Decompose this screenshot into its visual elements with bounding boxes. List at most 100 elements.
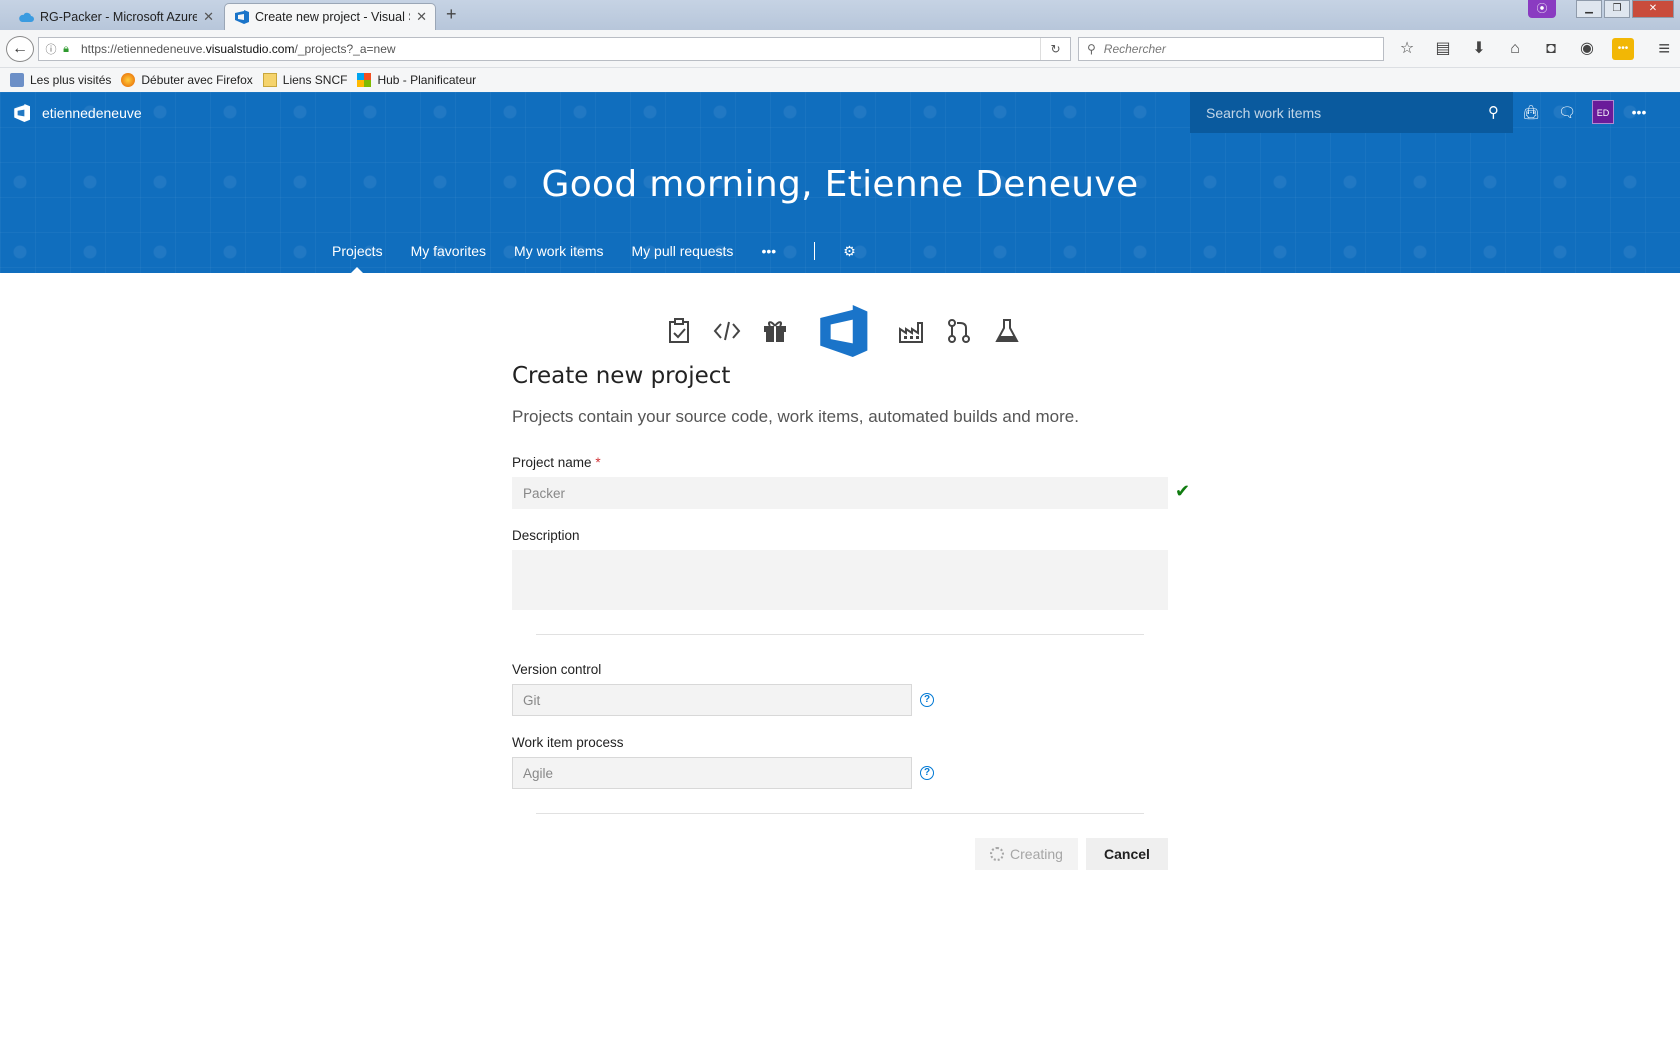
private-browsing-icon: ⦿: [1528, 0, 1556, 18]
page-subtitle: Projects contain your source code, work …: [512, 407, 1079, 426]
process-value: Agile: [523, 765, 554, 781]
create-project-form: Create new project Projects contain your…: [512, 363, 1200, 427]
search-icon: ⚲: [1087, 42, 1096, 56]
required-marker: *: [595, 455, 601, 470]
search-placeholder: Rechercher: [1103, 42, 1166, 56]
account-home-link[interactable]: etiennedeneuve: [12, 104, 142, 122]
page-title: Create new project: [512, 363, 731, 389]
search-icon[interactable]: ⚲: [1488, 103, 1499, 121]
tab-azure[interactable]: RG-Packer - Microsoft Azure ✕: [10, 3, 222, 30]
version-control-label: Version control: [512, 662, 602, 677]
lock-icon: 🔒︎: [63, 42, 69, 55]
pocket-icon[interactable]: ◘: [1540, 38, 1562, 60]
more-actions-icon[interactable]: •••: [1628, 100, 1650, 124]
tab-projects[interactable]: Projects: [332, 239, 383, 273]
creating-label: Creating: [1010, 846, 1063, 862]
tab-my-pull-requests[interactable]: My pull requests: [632, 239, 734, 263]
url-domain: visualstudio.com: [205, 42, 295, 56]
pull-request-icon: [935, 311, 983, 351]
bookmark-hub[interactable]: Hub - Planificateur: [357, 73, 476, 87]
description-label: Description: [512, 528, 580, 543]
bookmarks-bar: Les plus visités Débuter avec Firefox Li…: [0, 68, 1680, 92]
microsoft-logo-icon: [357, 73, 372, 87]
project-name-field[interactable]: Packer: [512, 477, 1168, 509]
process-label: Work item process: [512, 735, 624, 750]
vsts-large-logo-icon: [807, 300, 879, 362]
marketplace-bag-icon[interactable]: 👜︎: [1520, 100, 1542, 124]
tab-title: Create new project - Visual St: [255, 10, 411, 24]
description-field[interactable]: [512, 550, 1168, 610]
bookmark-sncf[interactable]: Liens SNCF: [262, 73, 348, 87]
sync-icon[interactable]: ◉: [1576, 38, 1598, 60]
nav-divider: [814, 242, 816, 260]
address-bar[interactable]: ⓘ 🔒︎ https://etiennedeneuve.visualstudio…: [38, 37, 1071, 61]
project-name-label-text: Project name: [512, 455, 592, 470]
service-icons: [655, 300, 1031, 362]
back-arrow-icon[interactable]: ←: [6, 36, 34, 62]
bookmark-label: Les plus visités: [30, 73, 112, 87]
header-actions: 👜︎ 🗨︎ ED •••: [1520, 100, 1650, 124]
bookmark-label: Hub - Planificateur: [377, 73, 477, 87]
search-work-items-input[interactable]: Search work items ⚲: [1190, 92, 1513, 133]
spinner-icon: [990, 847, 1005, 861]
bookmark-star-icon[interactable]: ☆: [1396, 38, 1418, 60]
section-divider: [536, 634, 1144, 635]
version-control-select[interactable]: Git: [512, 684, 912, 716]
azure-cloud-icon: [19, 12, 34, 22]
process-select[interactable]: Agile: [512, 757, 912, 789]
account-name: etiennedeneuve: [42, 105, 142, 121]
gift-icon: [751, 311, 799, 351]
url-text: https://etiennedeneuve.visualstudio.com/…: [81, 42, 1040, 56]
build-factory-icon: [887, 311, 935, 351]
close-window-icon[interactable]: ✕: [1632, 0, 1674, 18]
vsts-logo-icon: [235, 10, 249, 24]
tab-title: RG-Packer - Microsoft Azure: [40, 9, 198, 24]
check-mark-icon: ✔: [1175, 481, 1191, 501]
bookmark-firefox[interactable]: Débuter avec Firefox: [121, 73, 253, 87]
search-placeholder: Search work items: [1206, 104, 1322, 121]
firefox-icon: [121, 73, 136, 87]
url-prefix: https://etiennedeneuve.: [81, 42, 206, 56]
tab-create-project[interactable]: Create new project - Visual St ✕: [224, 3, 436, 30]
minimize-icon[interactable]: ▁: [1576, 0, 1602, 18]
window-controls: ▁ ❐ ✕: [1576, 0, 1674, 18]
bookmark-most-visited[interactable]: Les plus visités: [10, 73, 111, 87]
hamburger-menu-icon[interactable]: ≡: [1658, 38, 1670, 61]
gear-icon[interactable]: ⚙: [843, 239, 856, 263]
hub-navigation: Projects My favorites My work items My p…: [332, 239, 884, 273]
version-control-value: Git: [523, 692, 541, 708]
close-tab-icon[interactable]: ✕: [416, 9, 427, 25]
feedback-icon[interactable]: 🗨︎: [1556, 100, 1578, 124]
tab-my-favorites[interactable]: My favorites: [411, 239, 486, 263]
most-visited-icon: [10, 73, 24, 87]
restore-icon[interactable]: ❐: [1604, 0, 1630, 18]
folder-icon: [262, 73, 277, 87]
creating-button[interactable]: Creating: [975, 838, 1078, 870]
new-tab-icon[interactable]: +: [446, 4, 457, 25]
browser-tool-icons: ☆ ▤ ⬇ ⌂ ◘ ◉ •••: [1396, 38, 1634, 60]
cancel-button[interactable]: Cancel: [1086, 838, 1168, 870]
close-tab-icon[interactable]: ✕: [203, 9, 214, 25]
browser-toolbar: ← ⓘ 🔒︎ https://etiennedeneuve.visualstud…: [0, 30, 1680, 68]
browser-tab-bar: RG-Packer - Microsoft Azure ✕ Create new…: [0, 0, 1680, 30]
extension-icon[interactable]: •••: [1612, 38, 1634, 60]
process-help-icon[interactable]: ?: [920, 766, 934, 780]
project-name-label: Project name *: [512, 455, 601, 470]
download-icon[interactable]: ⬇: [1468, 38, 1490, 60]
browser-search-input[interactable]: ⚲ Rechercher: [1078, 37, 1384, 61]
reading-list-icon[interactable]: ▤: [1432, 38, 1454, 60]
section-divider: [536, 813, 1144, 814]
more-tabs-icon[interactable]: •••: [761, 239, 776, 263]
vsts-header: etiennedeneuve Search work items ⚲ 👜︎ 🗨︎…: [0, 92, 1680, 273]
info-icon[interactable]: ⓘ: [43, 41, 59, 57]
clipboard-check-icon: [655, 311, 703, 351]
greeting-title: Good morning, Etienne Deneuve: [541, 164, 1139, 205]
project-name-value: Packer: [523, 485, 566, 501]
tab-my-work-items[interactable]: My work items: [514, 239, 603, 263]
home-icon[interactable]: ⌂: [1504, 38, 1526, 60]
version-control-help-icon[interactable]: ?: [920, 693, 934, 707]
bookmark-label: Liens SNCF: [282, 73, 348, 87]
reload-icon[interactable]: ↻: [1040, 38, 1070, 60]
avatar[interactable]: ED: [1592, 100, 1614, 124]
bookmark-label: Débuter avec Firefox: [141, 73, 253, 87]
